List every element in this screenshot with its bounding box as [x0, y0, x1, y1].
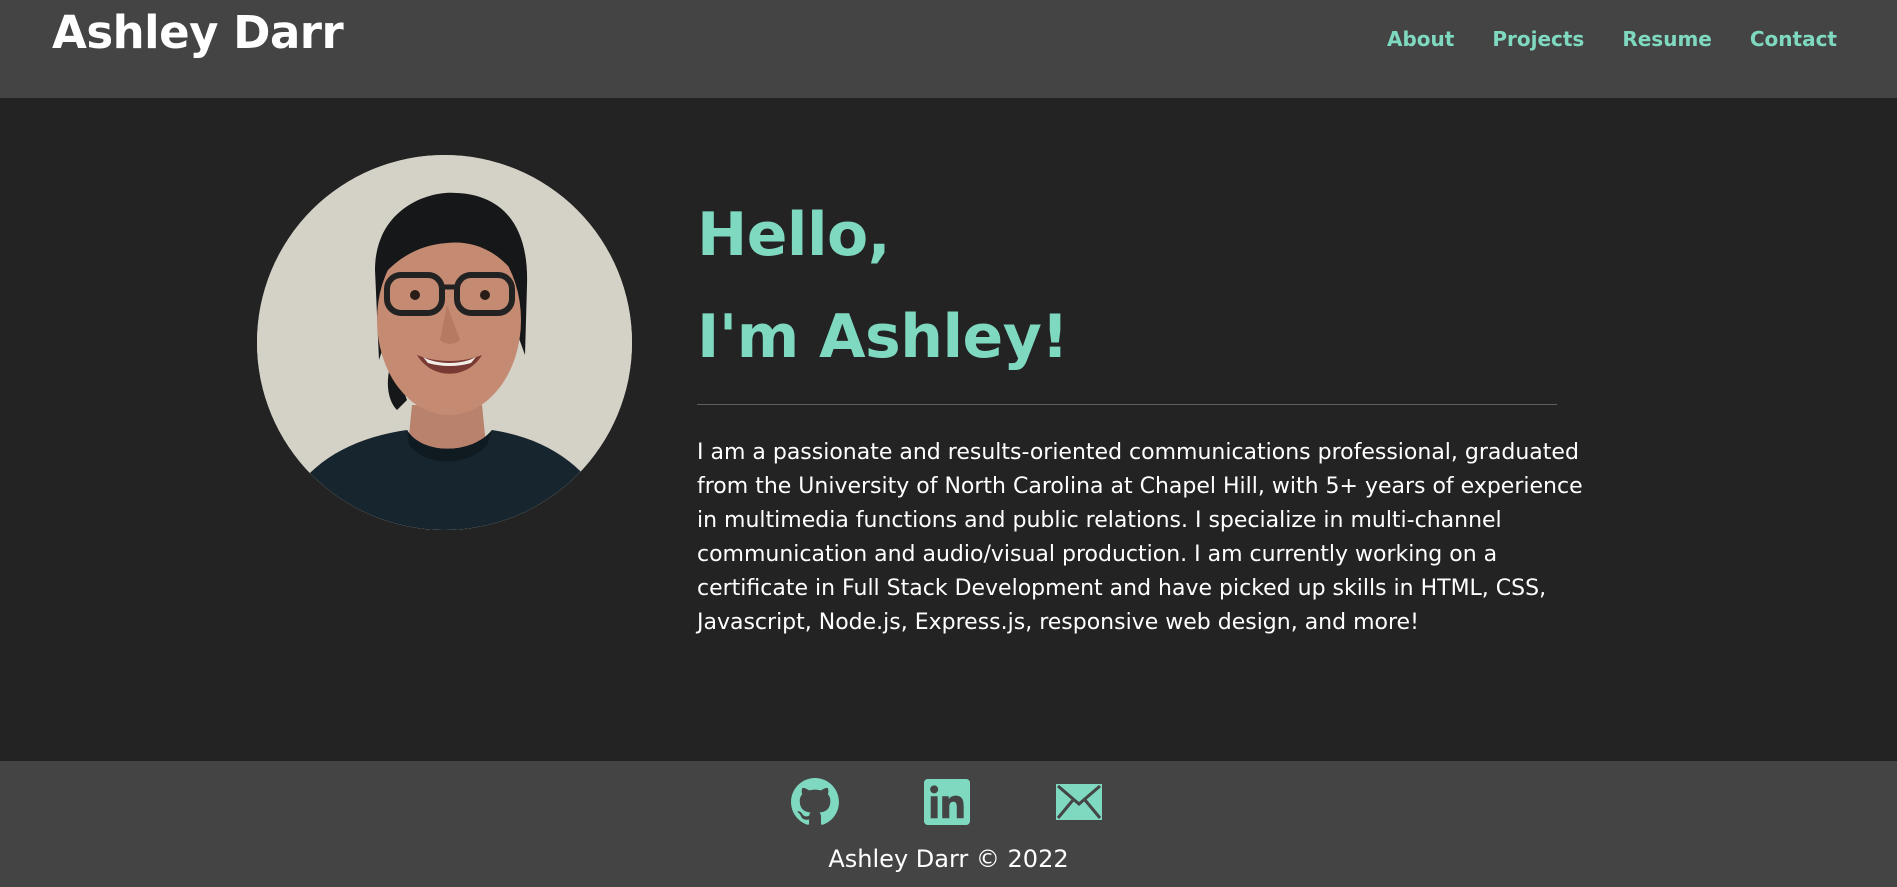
section-divider [697, 404, 1557, 405]
about-section: Hello, I'm Ashley! I am a passionate and… [0, 98, 1897, 761]
site-title[interactable]: Ashley Darr [52, 6, 344, 59]
nav-link-contact[interactable]: Contact [1750, 27, 1837, 51]
bio-text: I am a passionate and results-oriented c… [697, 440, 1583, 635]
copyright-text: Ashley Darr © 2022 [828, 845, 1069, 873]
nav-link-about[interactable]: About [1387, 27, 1454, 51]
profile-photo [257, 155, 632, 530]
greeting-name: I'm Ashley! [697, 302, 1069, 372]
main-nav: About Projects Resume Contact [1387, 27, 1837, 51]
mail-icon[interactable] [1054, 777, 1104, 827]
github-icon[interactable] [790, 777, 840, 827]
site-footer: Ashley Darr © 2022 [0, 761, 1897, 887]
site-header: Ashley Darr About Projects Resume Contac… [0, 0, 1897, 98]
nav-link-resume[interactable]: Resume [1622, 27, 1712, 51]
nav-link-projects[interactable]: Projects [1492, 27, 1584, 51]
social-links [790, 777, 1104, 827]
linkedin-icon[interactable] [922, 777, 972, 827]
greeting-hello: Hello, [697, 200, 891, 270]
